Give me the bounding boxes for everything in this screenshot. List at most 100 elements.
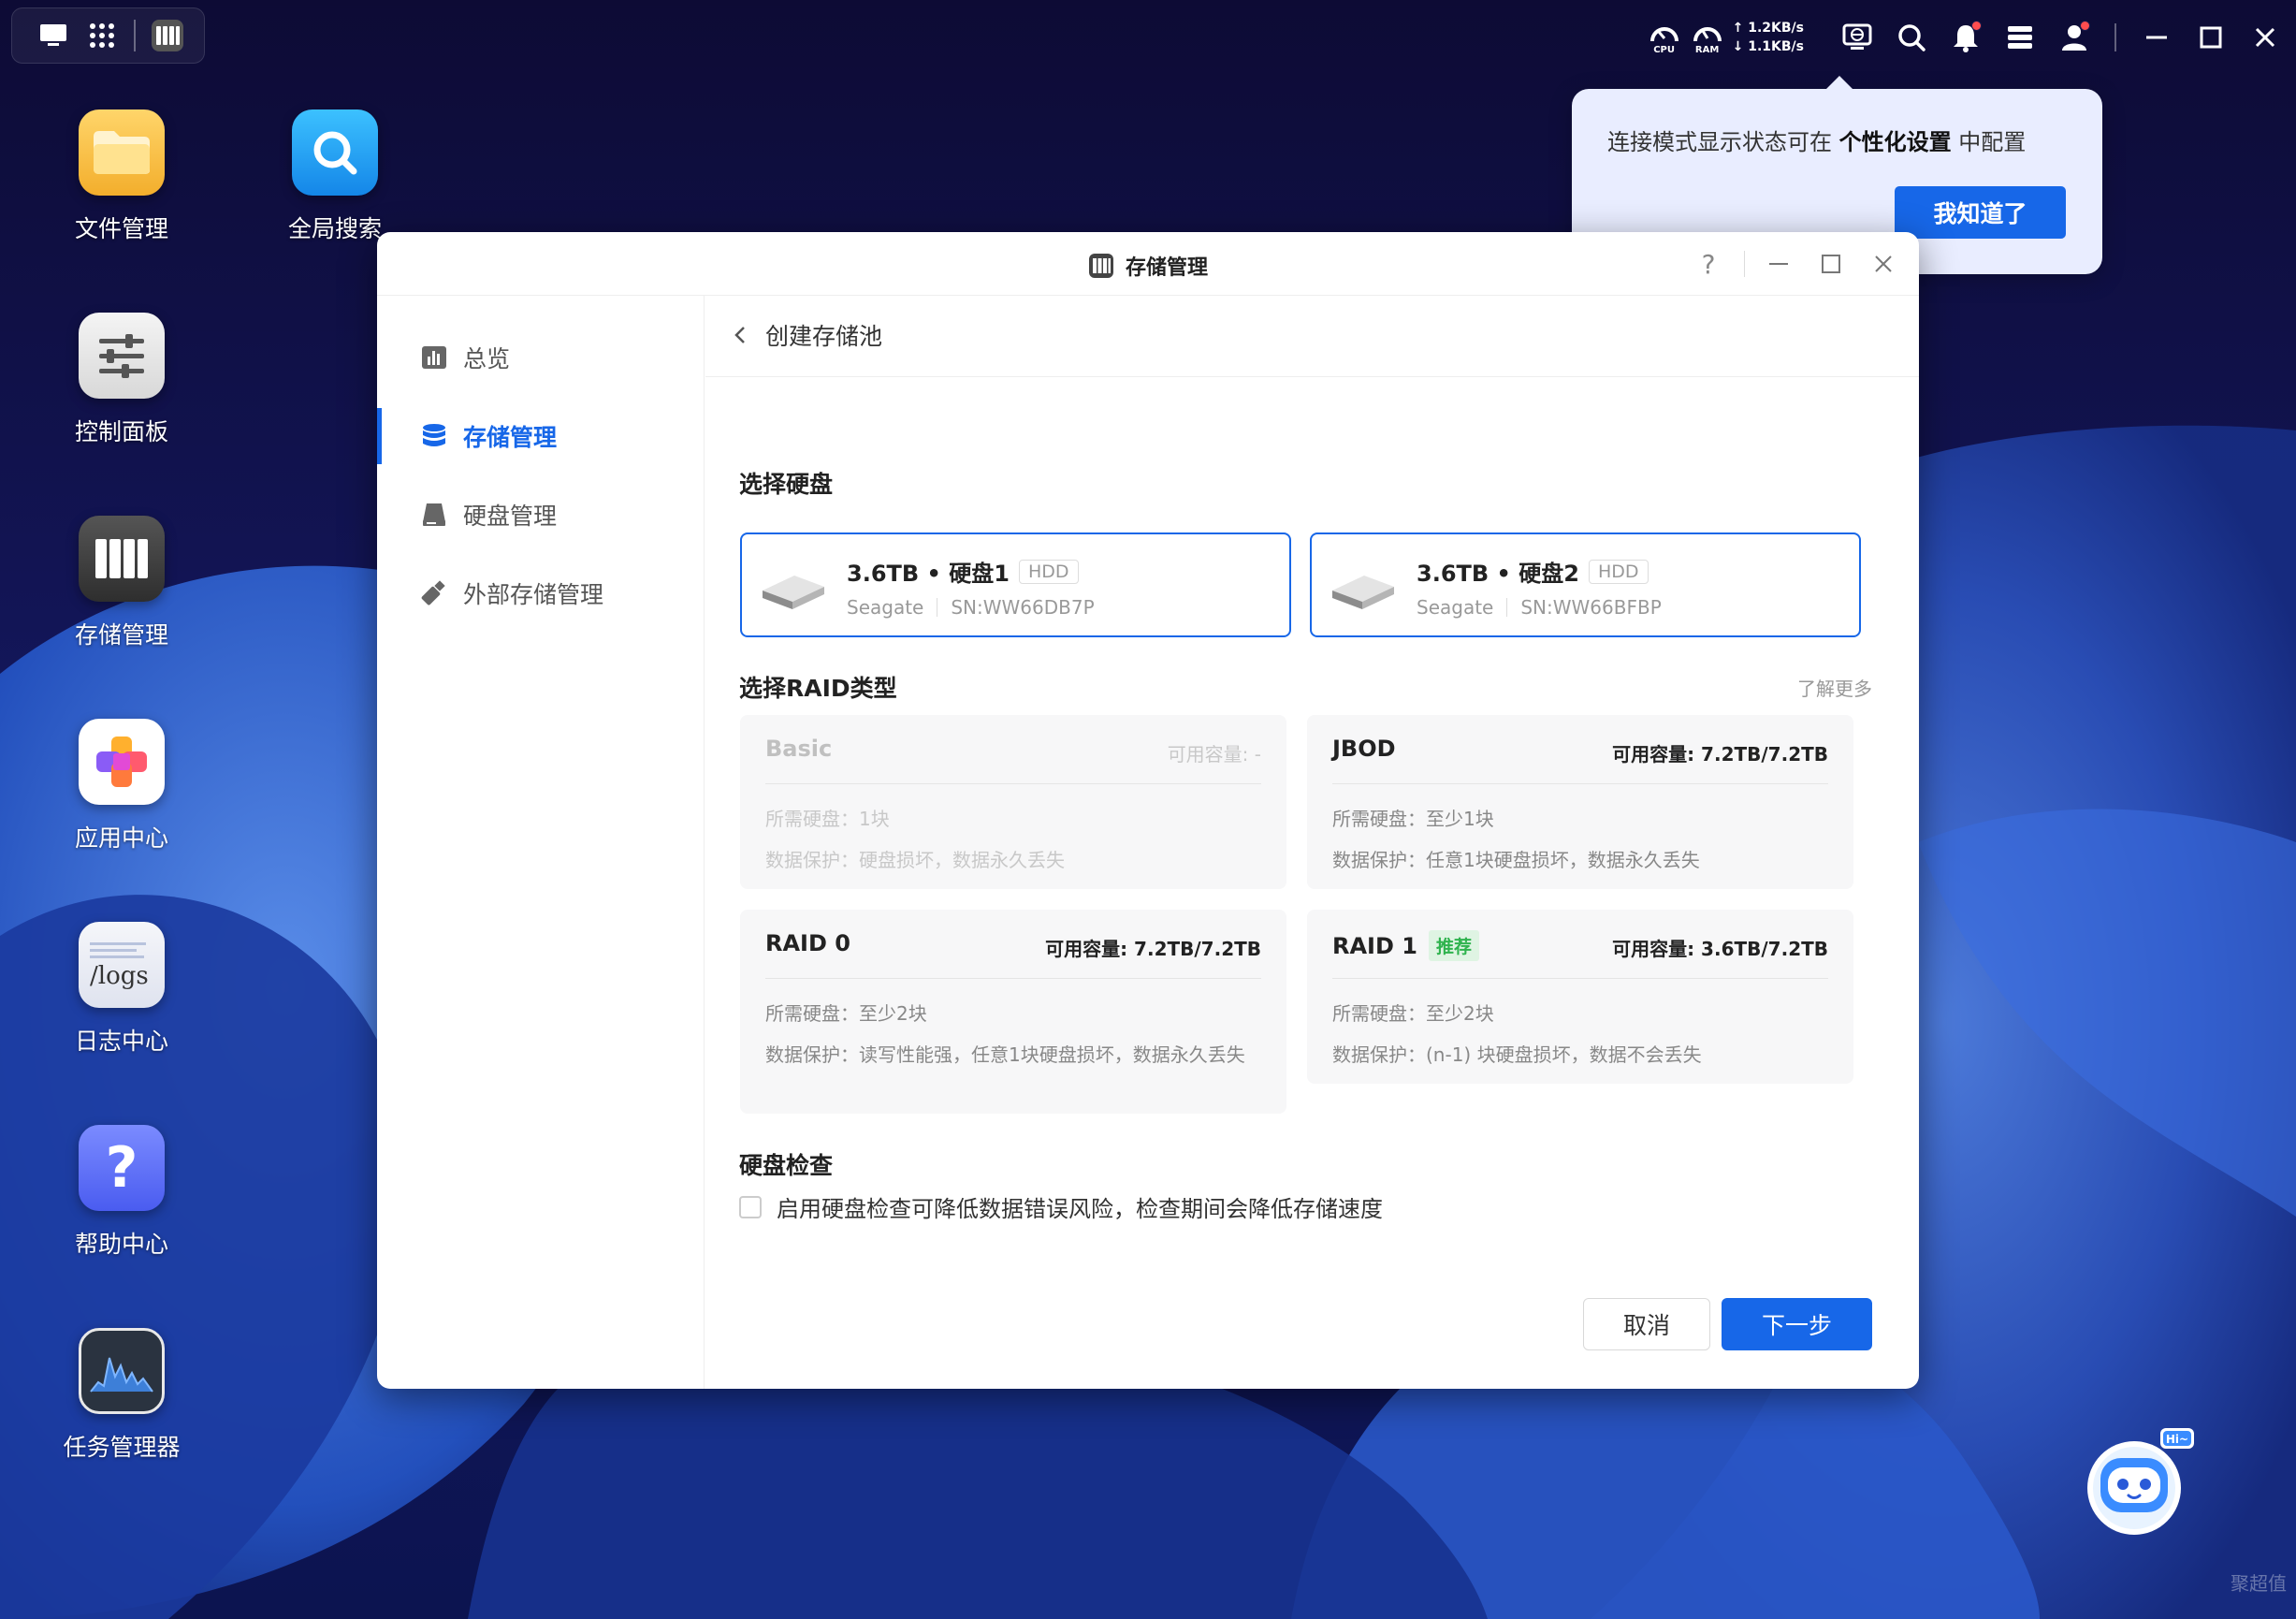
raid-name: RAID 1 推荐 <box>1332 930 1479 961</box>
disk-subtitle: Seagate SN:WW66DB7P <box>847 596 1095 619</box>
disk-check-checkbox[interactable] <box>739 1195 762 1218</box>
select-disk-title: 选择硬盘 <box>739 471 834 498</box>
disk-title: 3.6TB • 硬盘1 HDD <box>847 555 1079 588</box>
disk-serial: SN:WW66BFBP <box>1520 596 1662 619</box>
raid-type-title: 选择RAID类型 <box>739 675 897 702</box>
disk-title: 3.6TB • 硬盘2 HDD <box>1417 555 1649 588</box>
desktop-icon-storage[interactable]: 存储管理 <box>28 516 215 650</box>
window-close-icon[interactable] <box>1865 245 1902 283</box>
raid-option-jbod[interactable]: JBOD 可用容量: 7.2TB/7.2TB 所需硬盘：至少1块 数据保护：任意… <box>1307 715 1853 889</box>
sidebar-item-hard-drive[interactable]: 硬盘管理 <box>377 487 705 543</box>
window-minimize-icon[interactable] <box>1760 245 1797 283</box>
got-it-button[interactable]: 我知道了 <box>1895 186 2066 239</box>
main-content: 创建存储池 选择硬盘 3.6TB • 硬盘1 HDD Seagate SN:WW66… <box>705 296 1919 1389</box>
divider <box>765 783 1261 784</box>
raid-capacity: 可用容量: - <box>1167 743 1261 766</box>
disk-subtitle: Seagate SN:WW66BFBP <box>1417 596 1662 619</box>
disk-brand: Seagate <box>847 596 924 619</box>
ram-gauge[interactable]: RAM <box>1692 21 1723 55</box>
notification-bell-icon[interactable] <box>1944 16 1987 59</box>
raid-capacity: 可用容量: 7.2TB/7.2TB <box>1045 938 1261 960</box>
help-button[interactable]: ? <box>1690 245 1727 283</box>
back-button[interactable]: 创建存储池 <box>730 314 882 356</box>
raid-required-disks: 所需硬盘：1块 <box>765 808 890 830</box>
desktop-icon-label: 存储管理 <box>74 621 168 649</box>
search-icon[interactable] <box>1890 16 1933 59</box>
desktop-icon-label: 全局搜索 <box>287 215 382 242</box>
network-speed[interactable]: ↑ 1.2KB/s ↓ 1.1KB/s <box>1733 19 1804 56</box>
desktop-icon-label: 日志中心 <box>74 1028 168 1055</box>
recommended-badge: 推荐 <box>1428 930 1479 961</box>
sidebar-item-overview[interactable]: 总览 <box>377 329 705 386</box>
folder-icon <box>79 109 165 196</box>
cpu-label: CPU <box>1653 44 1676 55</box>
desktop-icon-task-manager[interactable]: 任务管理器 <box>28 1328 215 1463</box>
app-grid-icon[interactable] <box>80 13 124 58</box>
notification-dot <box>1971 21 1982 31</box>
raid-protection: 数据保护：(n-1) 块硬盘损坏，数据不会丢失 <box>1332 1043 1702 1066</box>
window-controls: ? <box>1675 245 1902 283</box>
desktop-icon-help-center[interactable]: ? 帮助中心 <box>28 1125 215 1260</box>
toolbar-divider <box>2114 23 2116 51</box>
disk-check-label: 启用硬盘检查可降低数据错误风险，检查期间会降低存储速度 <box>777 1196 1383 1222</box>
cpu-gauge[interactable]: CPU <box>1649 21 1680 55</box>
desktop-icon-global-search[interactable]: 全局搜索 <box>241 109 429 244</box>
window-titlebar[interactable]: 存储管理 ? <box>377 232 1919 296</box>
search-app-icon <box>292 109 378 196</box>
disk-check-option[interactable]: 启用硬盘检查可降低数据错误风险，检查期间会降低存储速度 <box>739 1190 1383 1223</box>
divider <box>765 978 1261 979</box>
raid-required-disks: 所需硬盘：至少2块 <box>1332 1002 1494 1025</box>
logs-icon: /logs <box>79 922 165 1008</box>
disk-card[interactable]: 3.6TB • 硬盘1 HDD Seagate SN:WW66DB7P <box>740 532 1291 637</box>
user-account-icon[interactable] <box>2053 16 2096 59</box>
close-icon[interactable] <box>2244 16 2287 59</box>
connection-mode-icon[interactable] <box>1836 16 1879 59</box>
learn-more-link[interactable]: 了解更多 <box>1797 674 1872 701</box>
divider <box>1332 783 1828 784</box>
usb-drive-icon <box>420 579 448 607</box>
divider <box>1506 598 1508 617</box>
disk-title-text: 3.6TB • 硬盘2 <box>1417 561 1579 587</box>
sidebar-item-label: 外部存储管理 <box>463 581 604 608</box>
storage-taskbar-icon[interactable] <box>145 13 190 58</box>
divider <box>1332 978 1828 979</box>
sidebar: 总览 存储管理 硬盘管理 外部存储管理 <box>377 296 705 1389</box>
account-dot <box>2080 21 2090 31</box>
next-button[interactable]: 下一步 <box>1722 1298 1872 1350</box>
hdd-tag: HDD <box>1588 559 1649 584</box>
sidebar-item-external-storage[interactable]: 外部存储管理 <box>377 565 705 621</box>
desktop-icon-label: 控制面板 <box>74 418 168 445</box>
desktop-icon-log-center[interactable]: /logs 日志中心 <box>28 922 215 1057</box>
desktop-icon-label: 文件管理 <box>74 215 168 242</box>
disk-check-title: 硬盘检查 <box>739 1152 834 1179</box>
hdd-icon <box>763 576 824 609</box>
raid-option-basic: Basic 可用容量: - 所需硬盘：1块 数据保护：硬盘损坏，数据永久丢失 <box>740 715 1286 889</box>
sidebar-item-label: 总览 <box>463 345 511 372</box>
desktop-icon-file-manager[interactable]: 文件管理 <box>28 109 215 244</box>
minimize-icon[interactable] <box>2135 16 2178 59</box>
storage-manager-window: 存储管理 ? 总览 存储管理 硬盘管理 外部存储管理 创建存储池 选择硬盘 3.… <box>377 232 1919 1389</box>
desktop-icon-control-panel[interactable]: 控制面板 <box>28 313 215 447</box>
window-title-text: 存储管理 <box>1125 256 1208 280</box>
popover-message: 连接模式显示状态可在 个性化设置 中配置 <box>1607 124 2026 156</box>
disk-card[interactable]: 3.6TB • 硬盘2 HDD Seagate SN:WW66BFBP <box>1310 532 1861 637</box>
hdd-tag: HDD <box>1018 559 1079 584</box>
show-desktop-icon[interactable] <box>31 13 76 58</box>
task-manager-icon <box>79 1328 165 1414</box>
sidebar-item-label: 硬盘管理 <box>463 503 558 530</box>
raid-option-raid0[interactable]: RAID 0 可用容量: 7.2TB/7.2TB 所需硬盘：至少2块 数据保护：… <box>740 910 1286 1114</box>
desktop-icon-app-center[interactable]: 应用中心 <box>28 719 215 853</box>
window-maximize-icon[interactable] <box>1812 245 1850 283</box>
assistant-mascot-icon[interactable]: Hi~ <box>2082 1424 2194 1537</box>
raid-protection: 数据保护：硬盘损坏，数据永久丢失 <box>765 849 1065 871</box>
download-speed: ↓ 1.1KB/s <box>1732 39 1804 54</box>
disk-brand: Seagate <box>1417 596 1494 619</box>
maximize-icon[interactable] <box>2189 16 2232 59</box>
sidebar-item-storage[interactable]: 存储管理 <box>377 408 705 464</box>
raid-option-raid1[interactable]: RAID 1 推荐 可用容量: 3.6TB/7.2TB 所需硬盘：至少2块 数据保… <box>1307 910 1853 1084</box>
cancel-button[interactable]: 取消 <box>1583 1298 1710 1350</box>
upload-speed: ↑ 1.2KB/s <box>1732 21 1804 36</box>
top-right-toolbar: CPU RAM ↑ 1.2KB/s ↓ 1.1KB/s <box>1643 13 2296 62</box>
window-controls-divider <box>1744 251 1745 277</box>
server-status-icon[interactable] <box>1998 16 2042 59</box>
